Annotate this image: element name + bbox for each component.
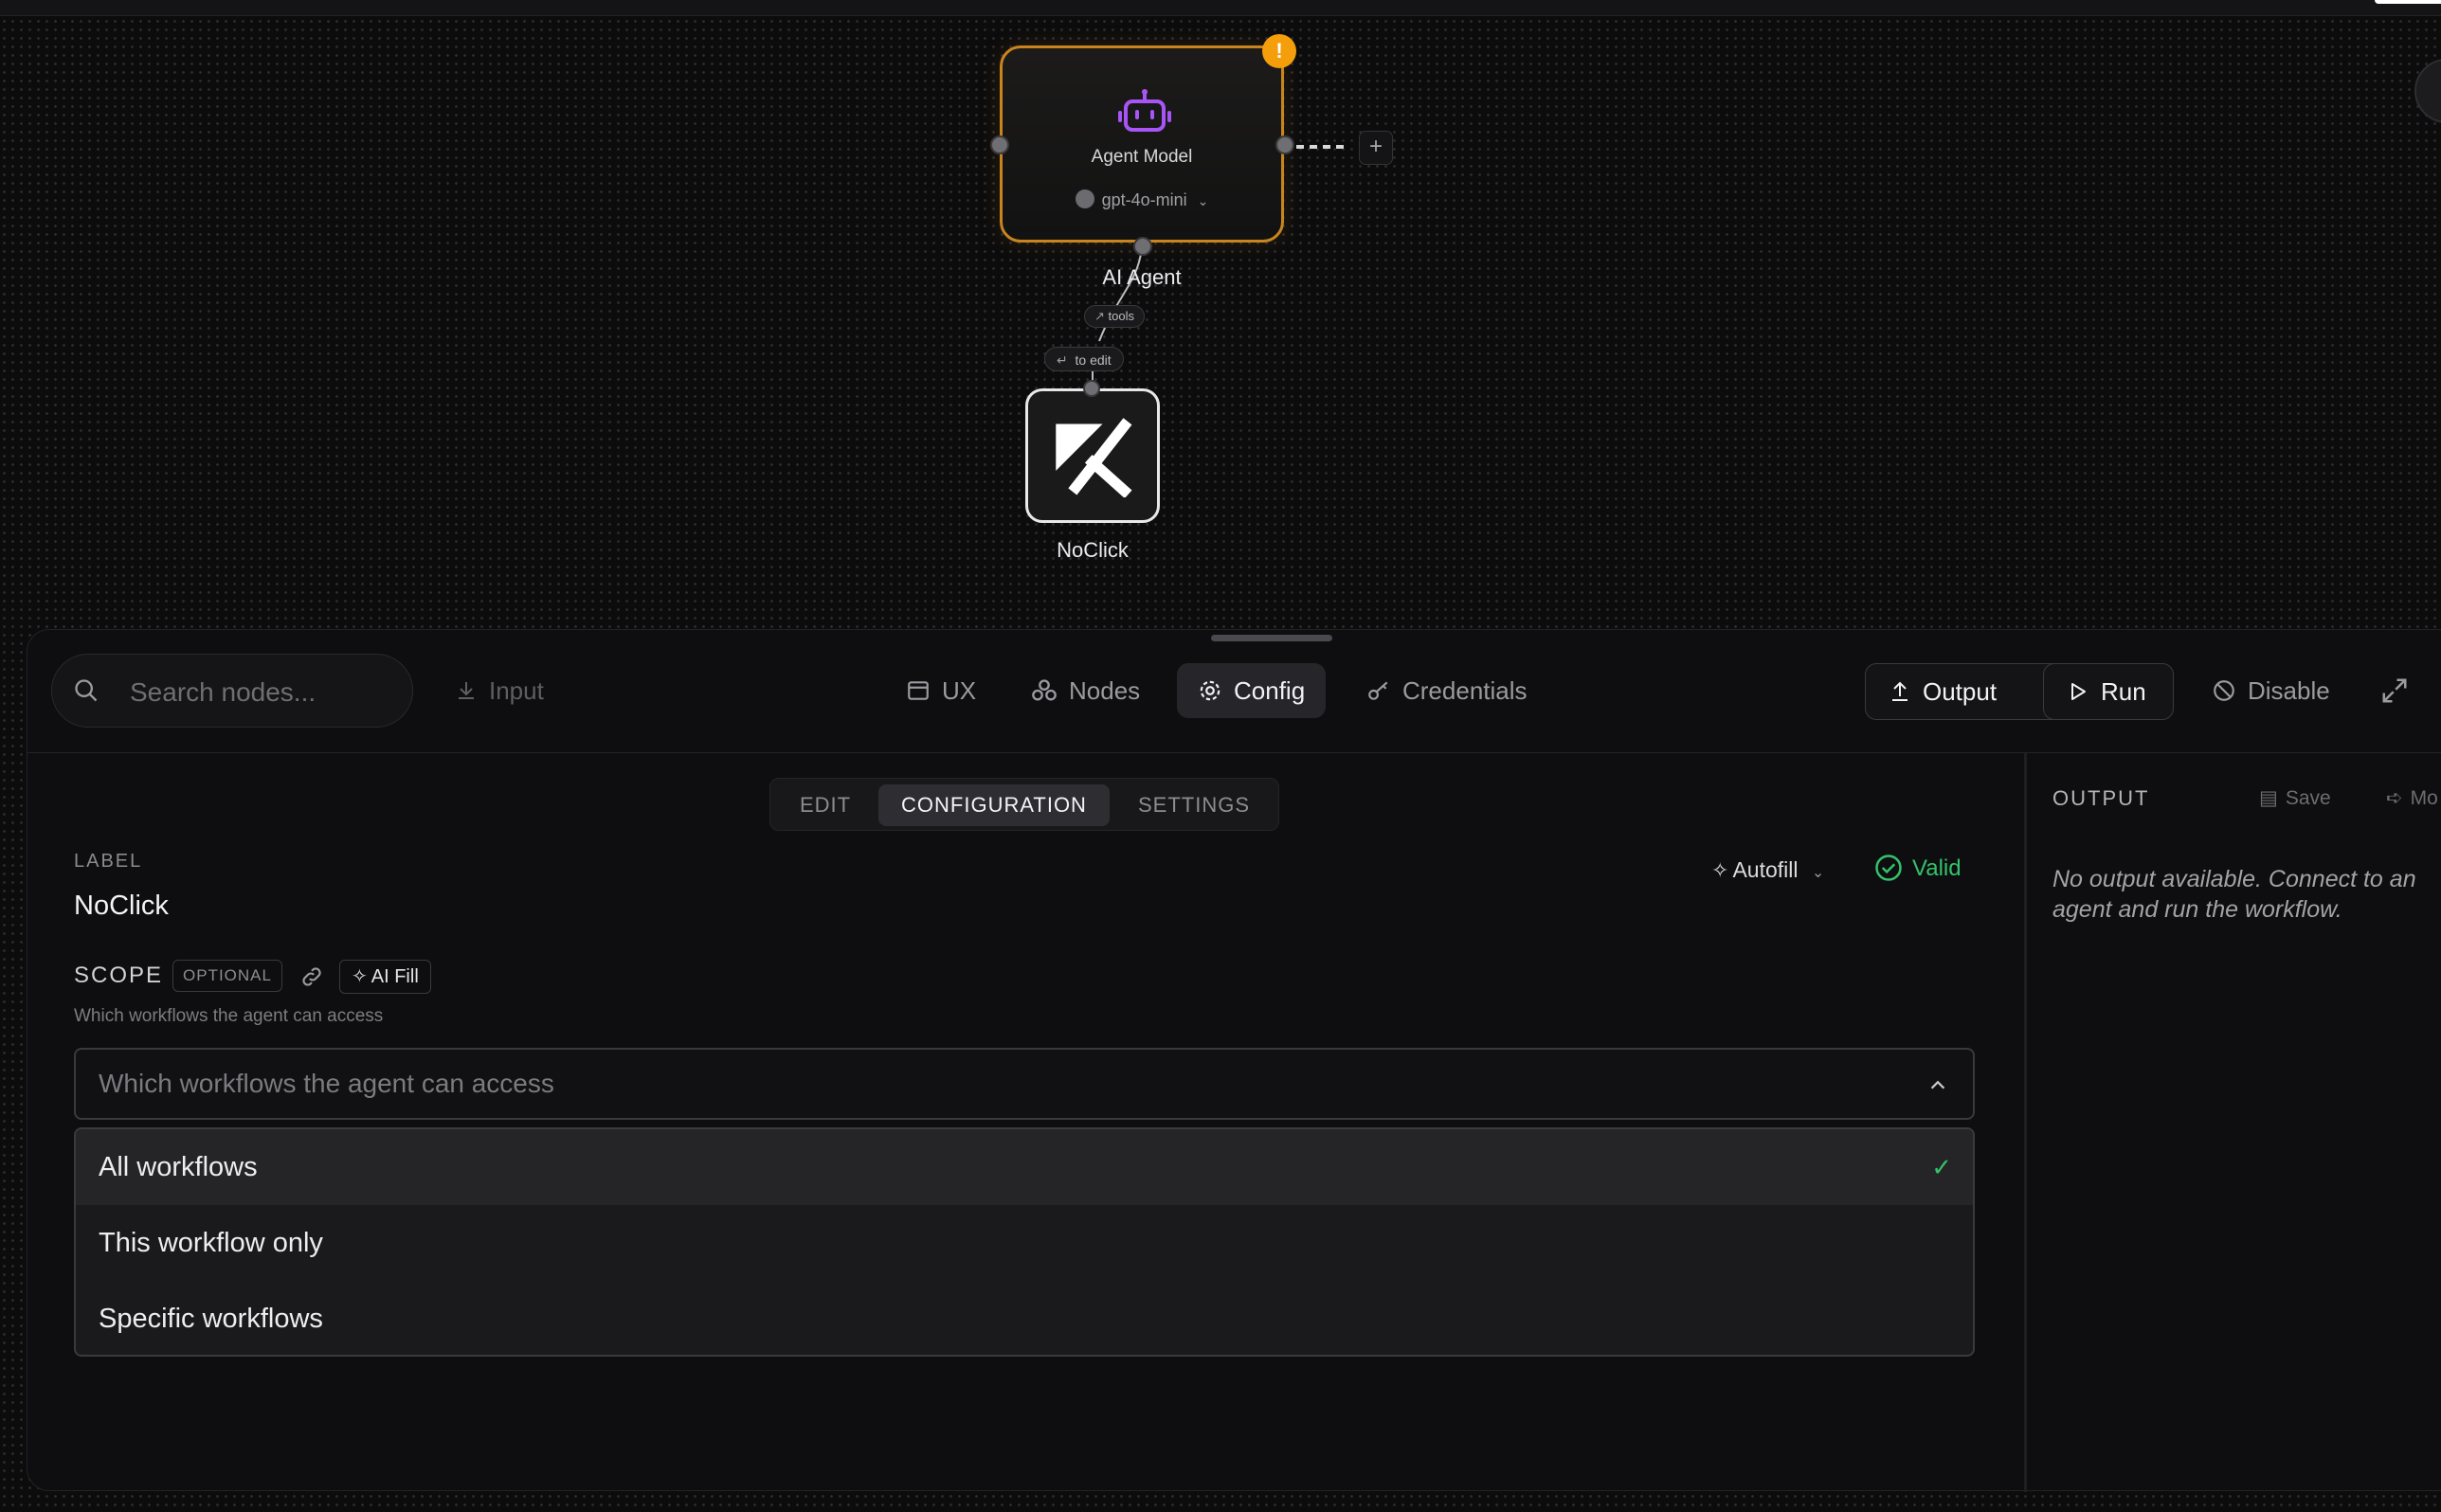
more-button[interactable]: ➪ Mo: [2386, 786, 2438, 810]
play-icon: [2071, 683, 2086, 701]
tools-tag: ↗ tools: [1084, 305, 1145, 328]
valid-status: Valid: [1874, 851, 1962, 887]
nodes-icon: [1032, 679, 1057, 701]
noclick-node[interactable]: [1025, 388, 1160, 523]
tab-nodes-label: Nodes: [1069, 676, 1141, 705]
scope-option-specific[interactable]: Specific workflows: [76, 1281, 1973, 1355]
input-label: Input: [489, 676, 544, 705]
tab-config-label: Config: [1234, 676, 1306, 705]
scope-help-text: Which workflows the agent can access: [74, 1006, 384, 1026]
check-circle-icon: [1875, 854, 1902, 881]
wrench-icon: ↗: [1094, 309, 1105, 323]
scope-option-label: All workflows: [99, 1152, 258, 1182]
agent-output-port[interactable]: [1275, 135, 1294, 154]
save-label: Save: [2285, 787, 2331, 809]
download-icon: [459, 682, 474, 700]
model-name: gpt-4o-mini: [1101, 190, 1187, 209]
disable-button-label: Disable: [2248, 676, 2330, 705]
scope-select-placeholder: Which workflows the agent can access: [99, 1069, 554, 1098]
noclick-node-label: NoClick: [1057, 538, 1129, 562]
label-caption: LABEL: [74, 851, 143, 872]
add-node-button[interactable]: +: [1359, 131, 1393, 165]
key-icon: [1368, 681, 1388, 700]
robot-icon: [1118, 89, 1171, 132]
scope-select[interactable]: Which workflows the agent can access: [74, 1048, 1975, 1120]
optional-badge: OPTIONAL: [172, 960, 282, 992]
tab-credentials[interactable]: Credentials: [1366, 663, 1528, 718]
agent-model-node[interactable]: Agent Model gpt-4o-mini ⌄: [1000, 45, 1284, 243]
edit-hint-label: to edit: [1075, 352, 1112, 368]
run-button[interactable]: Run: [2043, 663, 2174, 720]
save-icon: ▤: [2259, 787, 2278, 809]
scope-option-label: Specific workflows: [99, 1304, 323, 1334]
noclick-input-port[interactable]: [1083, 380, 1100, 397]
scope-dropdown: All workflows ✓ This workflow only Speci…: [74, 1127, 1975, 1357]
chevron-down-icon: ⌄: [1811, 865, 1825, 881]
save-button[interactable]: ▤ Save: [2259, 786, 2331, 810]
ban-icon: [2214, 680, 2234, 701]
sparkle-icon: ✧: [352, 966, 368, 987]
subtab-configuration[interactable]: CONFIGURATION: [878, 784, 1110, 826]
gear-icon: [1200, 680, 1220, 701]
disable-button[interactable]: Disable: [2212, 663, 2330, 718]
valid-label: Valid: [1912, 855, 1962, 881]
tab-ux-label: UX: [942, 676, 977, 705]
tab-credentials-label: Credentials: [1402, 676, 1528, 705]
agent-node-label: AI Agent: [1102, 265, 1182, 289]
tab-ux[interactable]: UX: [906, 663, 976, 718]
edit-hint-tag: ↵ to edit: [1044, 347, 1124, 371]
more-label: Mo: [2410, 787, 2438, 809]
ai-fill-label: AI Fill: [371, 966, 419, 987]
config-subtabs: EDIT CONFIGURATION SETTINGS: [769, 778, 1279, 831]
ai-fill-button[interactable]: ✧ AI Fill: [339, 960, 431, 994]
autofill-label: Autofill: [1732, 857, 1799, 882]
subtab-edit[interactable]: EDIT: [778, 784, 873, 826]
output-button[interactable]: Output: [1865, 663, 2070, 720]
scope-option-all[interactable]: All workflows ✓: [76, 1129, 1973, 1205]
tab-nodes[interactable]: Nodes: [1031, 663, 1140, 718]
layout-icon: [908, 681, 929, 700]
pin-icon: ➪: [2386, 787, 2403, 809]
search-icon: [75, 679, 98, 702]
run-button-label: Run: [2101, 677, 2146, 706]
autofill-button[interactable]: ✧ Autofill ⌄: [1711, 853, 1824, 887]
panel-resize-handle[interactable]: [1211, 635, 1332, 641]
link-icon[interactable]: [299, 964, 324, 989]
label-value[interactable]: NoClick: [74, 891, 169, 922]
subtab-settings[interactable]: SETTINGS: [1115, 784, 1273, 826]
agent-input-port[interactable]: [990, 135, 1009, 154]
check-icon: ✓: [1931, 1153, 1952, 1181]
input-button[interactable]: Input: [455, 663, 544, 718]
output-empty-message: No output available. Connect to an agent…: [2052, 866, 2416, 923]
model-selector[interactable]: gpt-4o-mini ⌄: [1003, 189, 1281, 210]
tools-tag-label: tools: [1108, 309, 1134, 323]
agent-tools-port[interactable]: [1133, 237, 1152, 256]
scope-caption: SCOPE: [74, 963, 164, 988]
scope-option-label: This workflow only: [99, 1228, 323, 1258]
chevron-up-icon: [1930, 1080, 1945, 1089]
panel-divider[interactable]: [2024, 753, 2027, 1492]
enter-key-icon: ↵: [1057, 352, 1068, 368]
openai-icon: [1075, 189, 1094, 209]
chevron-down-icon: ⌄: [1197, 193, 1209, 208]
sparkle-icon: ✧: [1711, 858, 1729, 882]
noclick-logo-icon: [1056, 418, 1132, 497]
search-placeholder: Search nodes...: [130, 677, 316, 707]
search-nodes-field[interactable]: Search nodes...: [51, 654, 413, 728]
tab-config[interactable]: Config: [1177, 663, 1327, 718]
expand-icon[interactable]: [2380, 676, 2409, 705]
agent-node-title: Agent Model: [1091, 147, 1193, 167]
scope-option-this[interactable]: This workflow only: [76, 1205, 1973, 1281]
warning-badge[interactable]: !: [1262, 34, 1296, 68]
upload-icon: [1892, 681, 1908, 702]
output-button-label: Output: [1923, 677, 1998, 706]
output-title: OUTPUT: [2052, 786, 2150, 810]
